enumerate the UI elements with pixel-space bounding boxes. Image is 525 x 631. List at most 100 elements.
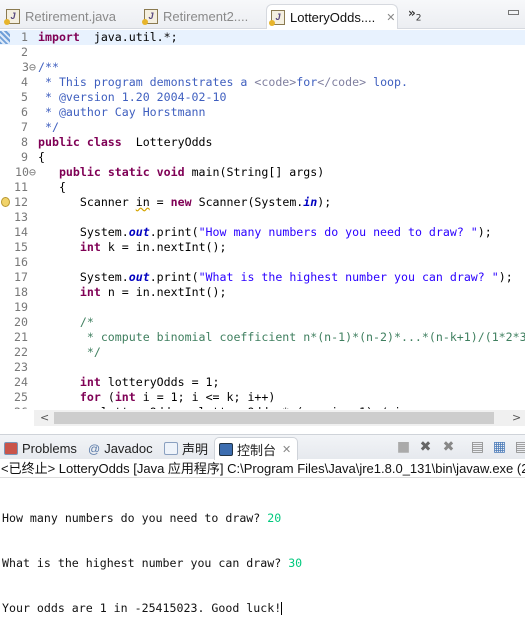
scroll-right-icon[interactable]: > [512, 410, 521, 426]
code-line[interactable]: 16 [0, 255, 525, 270]
tab-label: Retirement.java [25, 9, 117, 24]
code-line[interactable]: 17 System.out.print("What is the highest… [0, 270, 525, 285]
code-line[interactable]: 12 Scanner in = new Scanner(System.in); [0, 195, 525, 210]
code-line[interactable]: 6 * @author Cay Horstmann [0, 105, 525, 120]
code-text: Scanner in = new Scanner(System.in); [38, 195, 331, 210]
code-text: * compute binomial coefficient n*(n-1)*(… [38, 330, 525, 345]
code-token: out [128, 225, 150, 239]
code-token: Scanner [38, 195, 136, 209]
tab-retirement2-java[interactable]: J Retirement2.... [140, 4, 248, 29]
output-text: Your odds are 1 in -25415023. Good luck! [2, 601, 282, 615]
console-output[interactable]: How many numbers do you need to draw? 20… [2, 481, 302, 631]
code-line[interactable]: 1 import java.util.*; [0, 30, 525, 45]
code-token: i = 1; i <= k; i++) [135, 390, 276, 404]
code-text: /* [38, 315, 94, 330]
code-line[interactable]: 15 int k = in.nextInt(); [0, 240, 525, 255]
tab-console[interactable]: 控制台 ✕ [214, 437, 298, 460]
line-number: 7 [21, 120, 28, 134]
code-line[interactable]: 2 [0, 45, 525, 60]
code-line[interactable]: 14 System.out.print("How many numbers do… [0, 225, 525, 240]
code-line[interactable]: 20 /* [0, 315, 525, 330]
close-icon[interactable]: ✕ [282, 443, 291, 456]
code-token: * @version 1.20 2004-02-10 [38, 90, 227, 104]
word-wrap-icon[interactable]: ▤ [514, 440, 525, 455]
code-token: "What is the highest number you can draw… [198, 270, 499, 284]
console-status: <已终止> LotteryOdds [Java 应用程序] C:\Program… [0, 461, 525, 478]
code-line[interactable]: 9{ [0, 150, 525, 165]
code-token: in [135, 195, 150, 209]
tab-javadoc[interactable]: @ Javadoc [84, 437, 157, 460]
code-line[interactable]: 11 { [0, 180, 525, 195]
tab-retirement-java[interactable]: J Retirement.java [2, 4, 116, 29]
java-file-icon: J [142, 9, 158, 25]
code-token: */ [38, 345, 101, 359]
tab-label: 声明 [182, 442, 209, 457]
code-line[interactable]: 10⊖ public static void main(String[] arg… [0, 165, 525, 180]
line-number: 18 [14, 285, 28, 299]
scroll-left-icon[interactable]: < [40, 410, 49, 426]
code-line[interactable]: 22 */ [0, 345, 525, 360]
code-line[interactable]: 7 */ [0, 120, 525, 135]
line-number: 21 [14, 330, 28, 344]
line-number: 24 [14, 375, 28, 389]
code-line[interactable]: 13 [0, 210, 525, 225]
code-line[interactable]: 3⊖/** [0, 60, 525, 75]
panel-tab-bar: Problems @ Javadoc 声明 控制台 ✕ ■ ✖ ✖ ▤ ▦ ▤ [0, 434, 525, 460]
line-number: 26 [0, 405, 28, 409]
code-token: loop. [366, 75, 408, 89]
line-number: 20 [14, 315, 28, 329]
code-line[interactable]: 4 * This program demonstrates a <code>fo… [0, 75, 525, 90]
line-number: 5 [21, 90, 28, 104]
scrollbar-thumb[interactable] [54, 412, 494, 424]
code-line[interactable]: 5 * @version 1.20 2004-02-10 [0, 90, 525, 105]
code-token: for [296, 75, 318, 89]
line-number: 3⊖ [22, 60, 36, 74]
terminate-icon[interactable]: ■ [396, 440, 411, 455]
overflow-icon: » [408, 6, 416, 20]
line-number: 14 [14, 225, 28, 239]
tab-problems[interactable]: Problems [0, 437, 81, 460]
code-token: int [114, 390, 136, 404]
clear-console-icon[interactable]: ▤ [470, 440, 485, 455]
code-token: /** [38, 60, 59, 74]
code-editor[interactable]: 1 import java.util.*; 2 3⊖/** 4 * This progr… [0, 29, 525, 409]
line-number: 4 [21, 75, 28, 89]
code-token: int [79, 240, 101, 254]
code-line[interactable]: 25 for (int i = 1; i <= k; i++) [0, 390, 525, 405]
console-icon [219, 442, 233, 456]
code-line[interactable]: 24 int lotteryOdds = 1; [0, 375, 525, 390]
minimize-button[interactable] [508, 10, 519, 15]
code-line[interactable]: 8 public class LotteryOdds [0, 135, 525, 150]
remove-launch-icon[interactable]: ✖ [418, 440, 433, 455]
tab-lotteryodds-java[interactable]: J LotteryOdds.... ✕ [266, 4, 398, 29]
code-token: * compute binomial coefficient n*(n-1)*(… [38, 330, 525, 344]
line-number: 22 [14, 345, 28, 359]
remove-all-icon[interactable]: ✖ [441, 440, 456, 455]
tab-label: 控制台 [237, 442, 277, 458]
code-token: public static void [58, 165, 185, 179]
at-icon: @ [88, 441, 101, 456]
code-token: int [79, 375, 101, 389]
code-token: in [303, 195, 318, 209]
code-line[interactable]: 23 [0, 360, 525, 375]
code-line[interactable]: 18 int n = in.nextInt(); [0, 285, 525, 300]
code-line[interactable]: 26 lotteryOdds = lotteryOdds * (n - i + … [0, 405, 525, 409]
code-token: * @author Cay Horstmann [38, 105, 206, 119]
declaration-icon [164, 442, 178, 455]
horizontal-scrollbar[interactable]: < > [34, 410, 525, 426]
tab-label: Javadoc [104, 441, 153, 456]
more-tabs-button[interactable]: »2 [408, 6, 422, 23]
code-line[interactable]: 19 [0, 300, 525, 315]
close-icon[interactable]: ✕ [386, 11, 395, 24]
code-token: /* [38, 315, 94, 329]
code-token: ( [100, 390, 115, 404]
line-number: 17 [14, 270, 28, 284]
tab-declaration[interactable]: 声明 [160, 437, 212, 460]
code-token: = [149, 195, 171, 209]
code-line[interactable]: 21 * compute binomial coefficient n*(n-1… [0, 330, 525, 345]
tab-label: LotteryOdds.... [290, 9, 376, 25]
scroll-lock-icon[interactable]: ▦ [492, 440, 507, 455]
